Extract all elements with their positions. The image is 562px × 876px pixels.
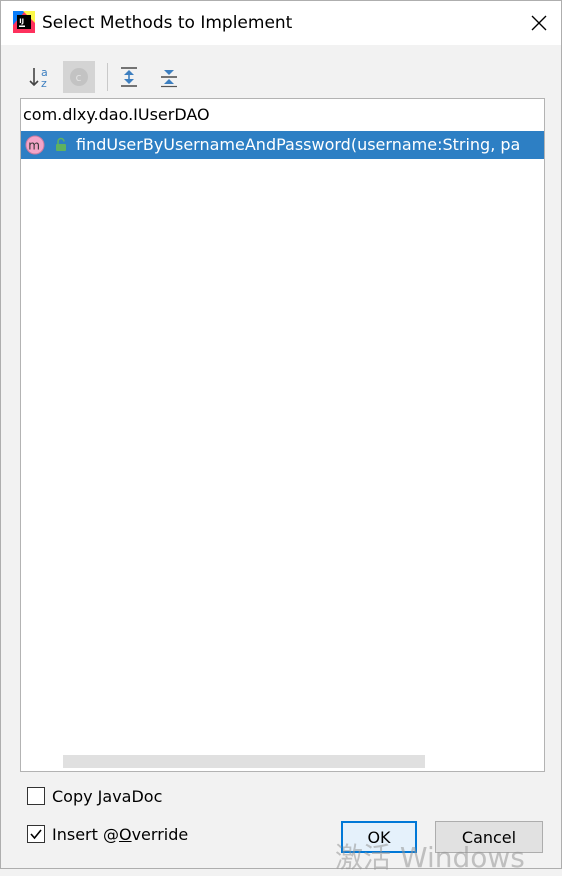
svg-text:IJ: IJ bbox=[19, 17, 24, 25]
dialog-title: Select Methods to Implement bbox=[42, 13, 293, 33]
show-classes-icon: c bbox=[70, 68, 88, 86]
class-glyph: c bbox=[76, 71, 82, 84]
public-lock-icon bbox=[56, 137, 66, 151]
sort-glyph-z: z bbox=[41, 77, 47, 90]
insert-override-label: Insert @Override bbox=[52, 824, 189, 844]
method-icon: m bbox=[25, 135, 45, 155]
sort-alphabetically-button[interactable]: a z bbox=[24, 61, 56, 93]
method-label: findUserByUsernameAndPassword(username:S… bbox=[76, 135, 521, 154]
copy-javadoc-label: Copy JavaDoc bbox=[52, 786, 163, 806]
intellij-idea-icon: IJ bbox=[13, 11, 35, 33]
collapse-all-button[interactable] bbox=[153, 61, 185, 93]
select-methods-dialog: IJ Select Methods to Implement a z c com… bbox=[0, 0, 562, 874]
checkmark-icon bbox=[30, 829, 42, 840]
expand-all-icon bbox=[121, 67, 137, 87]
toolbar: a z c bbox=[1, 55, 561, 97]
expand-all-button[interactable] bbox=[113, 61, 145, 93]
toolbar-separator bbox=[107, 63, 108, 91]
horizontal-scrollbar[interactable] bbox=[63, 755, 425, 768]
collapse-all-icon bbox=[161, 70, 177, 88]
close-button[interactable] bbox=[523, 7, 555, 39]
activate-windows-watermark: 激活 Windows bbox=[335, 841, 525, 874]
insert-override-checkbox[interactable] bbox=[27, 825, 45, 843]
sort-alphabetically-icon: a z bbox=[29, 66, 48, 90]
copy-javadoc-checkbox[interactable] bbox=[27, 787, 45, 805]
insert-override-option[interactable]: Insert @Override bbox=[27, 823, 188, 845]
close-icon bbox=[531, 15, 547, 31]
tree-group-iuserdao[interactable]: com.dlxy.dao.IUserDAO bbox=[21, 101, 210, 129]
show-classes-button[interactable]: c bbox=[63, 61, 95, 93]
copy-javadoc-option[interactable]: Copy JavaDoc bbox=[27, 785, 162, 807]
title-bar: IJ Select Methods to Implement bbox=[1, 1, 561, 45]
method-icon-glyph: m bbox=[28, 139, 40, 153]
methods-tree[interactable]: com.dlxy.dao.IUserDAO m findUserByUserna… bbox=[20, 98, 545, 772]
tree-item-method[interactable]: m findUserByUsernameAndPassword(username… bbox=[21, 131, 544, 159]
